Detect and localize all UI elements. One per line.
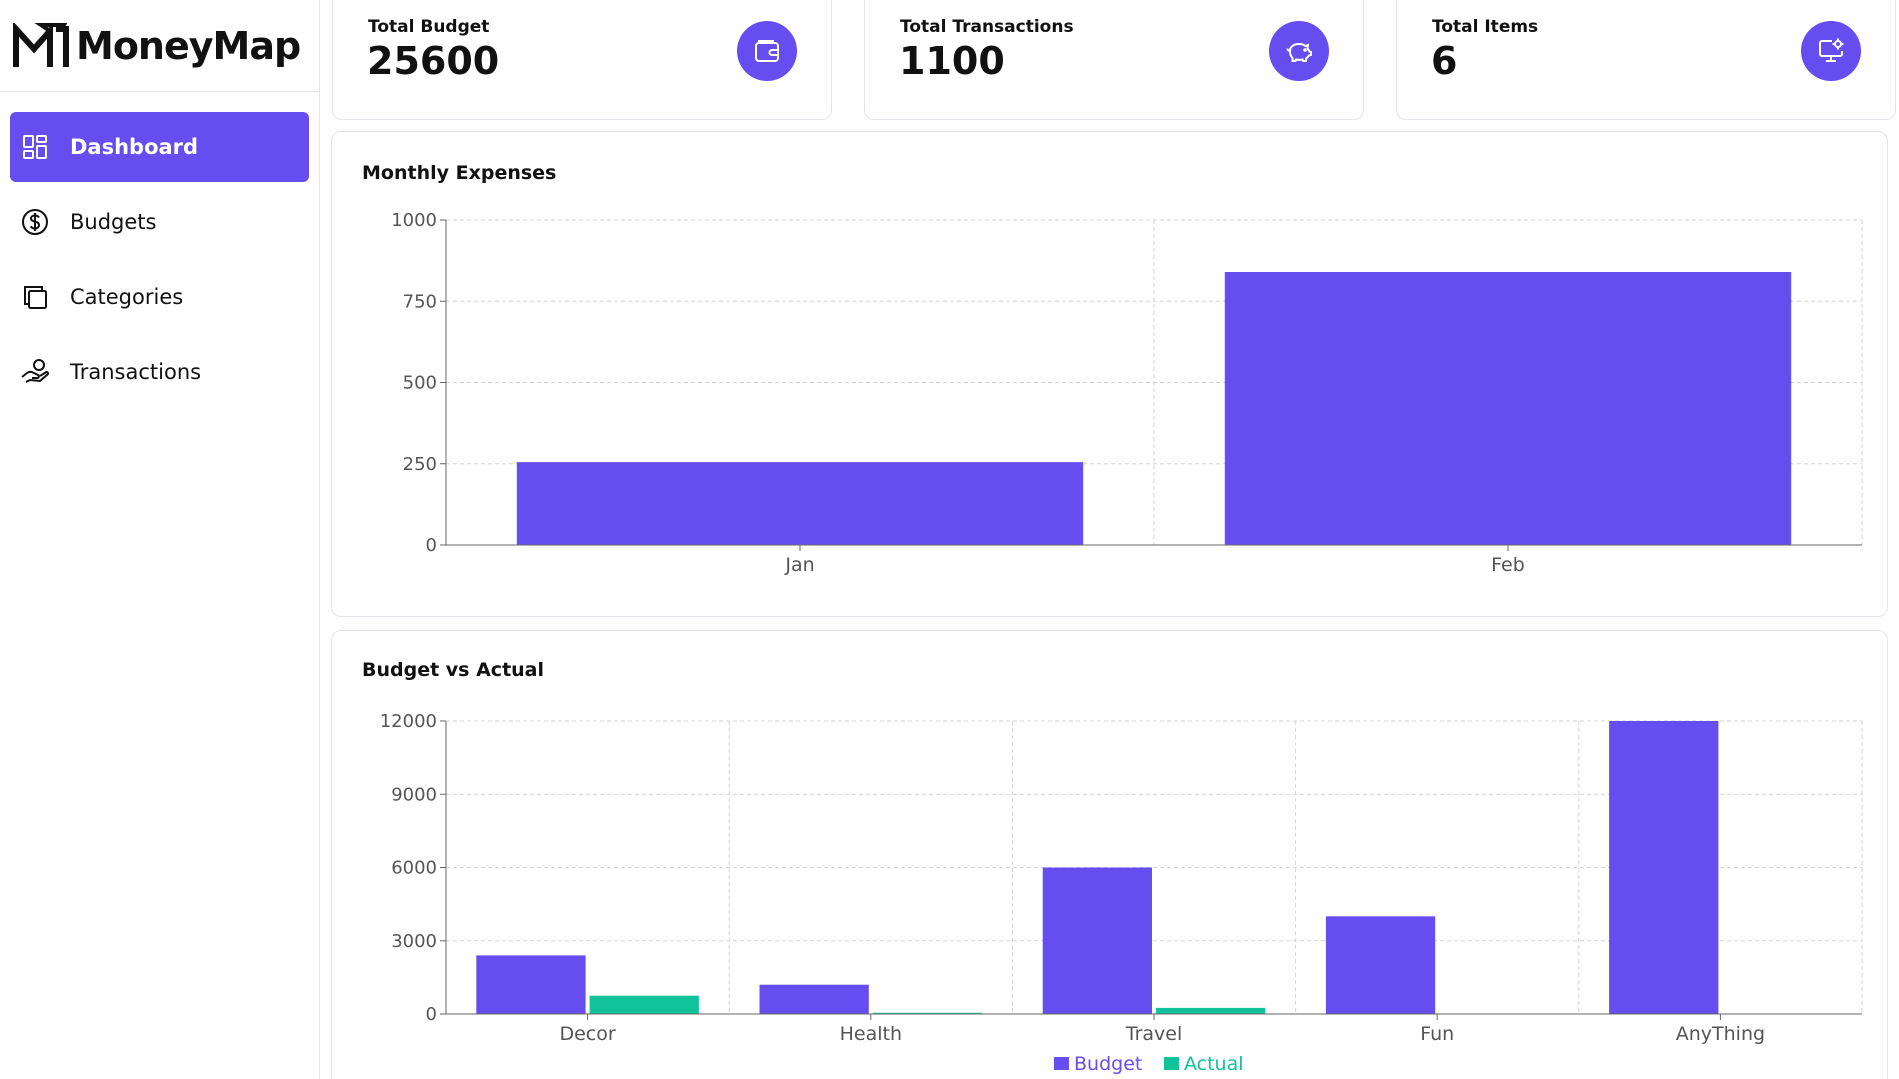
x-tick-label: Decor	[559, 1023, 615, 1045]
budget-vs-actual-panel: Budget vs Actual 0 3000 6000 9000 12000 Decor…	[331, 630, 1888, 1079]
brand[interactable]: MoneyMap	[0, 0, 319, 92]
wallet-icon	[737, 21, 797, 81]
x-tick-label: Jan	[784, 554, 814, 576]
bar-budget-fun	[1325, 916, 1436, 1014]
bar-budget-health	[759, 984, 869, 1014]
sidebar-item-label: Transactions	[70, 360, 202, 384]
stat-card-total-budget: Total Budget 25600	[332, 0, 832, 120]
bar-actual-travel	[1156, 1007, 1266, 1014]
y-tick-label: 1000	[391, 210, 437, 231]
sidebar-item-budgets[interactable]: Budgets	[10, 187, 309, 257]
bar-budget-anything	[1609, 721, 1719, 1014]
x-tick-label: AnyThing	[1676, 1023, 1765, 1045]
y-tick-label: 250	[403, 454, 437, 475]
x-tick-label: Fun	[1420, 1023, 1454, 1045]
y-tick-label: 6000	[391, 858, 437, 879]
sidebar-item-label: Dashboard	[70, 135, 199, 159]
bar-value-jan	[516, 462, 1084, 545]
legend-label-actual: Actual	[1184, 1053, 1244, 1075]
monitor-settings-icon	[1801, 21, 1861, 81]
moneymap-logo-icon	[13, 22, 69, 67]
stat-value: 25600	[367, 39, 500, 83]
bar-value-feb	[1224, 272, 1792, 545]
y-tick-label: 9000	[391, 784, 437, 805]
sidebar: MoneyMap Dashboard Budgets Categories Tr…	[0, 0, 320, 1079]
stat-title: Total Items	[1432, 17, 1539, 37]
x-tick-label: Health	[840, 1023, 902, 1045]
legend-swatch-budget	[1054, 1057, 1069, 1070]
y-tick-label: 500	[403, 373, 437, 394]
stat-title: Total Transactions	[900, 17, 1074, 37]
stat-card-total-transactions: Total Transactions 1100	[864, 0, 1364, 120]
stat-value: 6	[1431, 39, 1458, 83]
sidebar-item-dashboard[interactable]: Dashboard	[10, 112, 309, 182]
legend-label-budget: Budget	[1074, 1053, 1142, 1075]
x-tick-label: Feb	[1491, 554, 1525, 576]
legend-swatch-actual	[1164, 1057, 1179, 1070]
sidebar-item-label: Budgets	[70, 210, 157, 234]
sidebar-item-categories[interactable]: Categories	[10, 262, 309, 332]
dashboard-grid-icon	[20, 132, 50, 162]
stat-title: Total Budget	[368, 17, 490, 37]
monthly-expenses-panel: Monthly Expenses 0 250 500 750 1000 Jan Feb	[331, 131, 1888, 617]
brand-name: MoneyMap	[76, 23, 301, 68]
dollar-circle-icon	[20, 207, 50, 237]
y-tick-label: 0	[426, 1004, 437, 1025]
bar-budget-decor	[476, 955, 586, 1014]
hand-coin-icon	[20, 357, 50, 387]
sidebar-item-transactions[interactable]: Transactions	[10, 337, 309, 407]
bar-budget-travel	[1042, 867, 1152, 1014]
copy-stack-icon	[20, 282, 50, 312]
stat-card-total-items: Total Items 6	[1396, 0, 1896, 120]
y-tick-label: 0	[426, 535, 437, 556]
budget-vs-actual-chart: 0 3000 6000 9000 12000 Decor Health Travel Fun An…	[380, 711, 1863, 1075]
sidebar-item-label: Categories	[70, 285, 184, 309]
stat-value: 1100	[899, 39, 1005, 83]
y-tick-label: 3000	[391, 931, 437, 952]
y-tick-label: 750	[403, 291, 437, 312]
sidebar-nav: Dashboard Budgets Categories Transaction…	[0, 92, 319, 407]
y-tick-label: 12000	[380, 711, 437, 732]
monthly-expenses-chart: 0 250 500 750 1000 Jan Feb	[391, 210, 1863, 576]
piggy-bank-icon	[1269, 21, 1329, 81]
x-tick-label: Travel	[1125, 1023, 1182, 1045]
bar-actual-decor	[589, 995, 699, 1014]
